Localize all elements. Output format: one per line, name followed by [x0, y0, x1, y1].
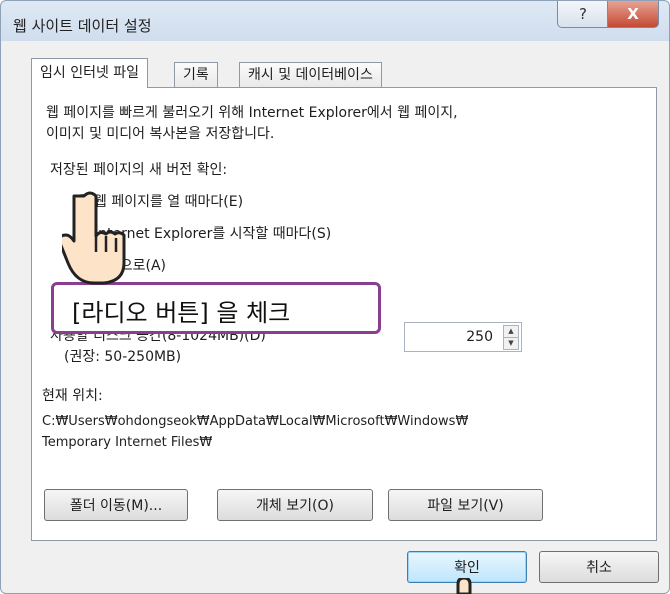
- window-title: 웹 사이트 데이터 설정: [13, 17, 152, 35]
- tab-cache-databases[interactable]: 캐시 및 데이터베이스: [239, 62, 382, 87]
- disk-space-stepper[interactable]: 250 ▲ ▼: [404, 322, 522, 352]
- callout-text: [라디오 버튼] 을 체크: [72, 299, 291, 327]
- move-folder-button[interactable]: 폴더 이동(M)...: [44, 489, 188, 521]
- disk-space-value: 250: [466, 329, 493, 345]
- spin-down-icon[interactable]: ▼: [503, 337, 519, 350]
- title-bar: 웹 사이트 데이터 설정 ? X: [1, 1, 669, 41]
- current-location-label: 현재 위치:: [42, 388, 103, 404]
- view-files-button[interactable]: 파일 보기(V): [388, 489, 543, 521]
- tab-temp-internet-files[interactable]: 임시 인터넷 파일: [31, 58, 149, 88]
- tab-history[interactable]: 기록: [174, 62, 218, 87]
- help-button[interactable]: ?: [557, 1, 609, 28]
- close-button[interactable]: X: [607, 1, 659, 28]
- description-line-1: 웹 페이지를 빠르게 불러오기 위해 Internet Explorer에서 웹…: [46, 105, 458, 121]
- cancel-button[interactable]: 취소: [539, 551, 659, 583]
- help-icon: ?: [579, 5, 587, 23]
- check-label: 저장된 페이지의 새 버전 확인:: [50, 162, 228, 178]
- view-objects-button[interactable]: 개체 보기(O): [217, 489, 373, 521]
- hand-pointer-icon-ok: [456, 578, 472, 594]
- description-line-2: 이미지 및 미디어 복사본을 저장합니다.: [46, 126, 275, 142]
- close-icon: X: [627, 5, 639, 23]
- path-line-2: Temporary Internet Files₩: [42, 435, 213, 450]
- hand-pointer-icon: [62, 191, 126, 285]
- path-line-1: C:₩Users₩ohdongseok₩AppData₩Local₩Micros…: [42, 414, 469, 429]
- recommended-range: (권장: 50-250MB): [64, 349, 182, 365]
- instruction-callout: [라디오 버튼] 을 체크: [51, 282, 381, 334]
